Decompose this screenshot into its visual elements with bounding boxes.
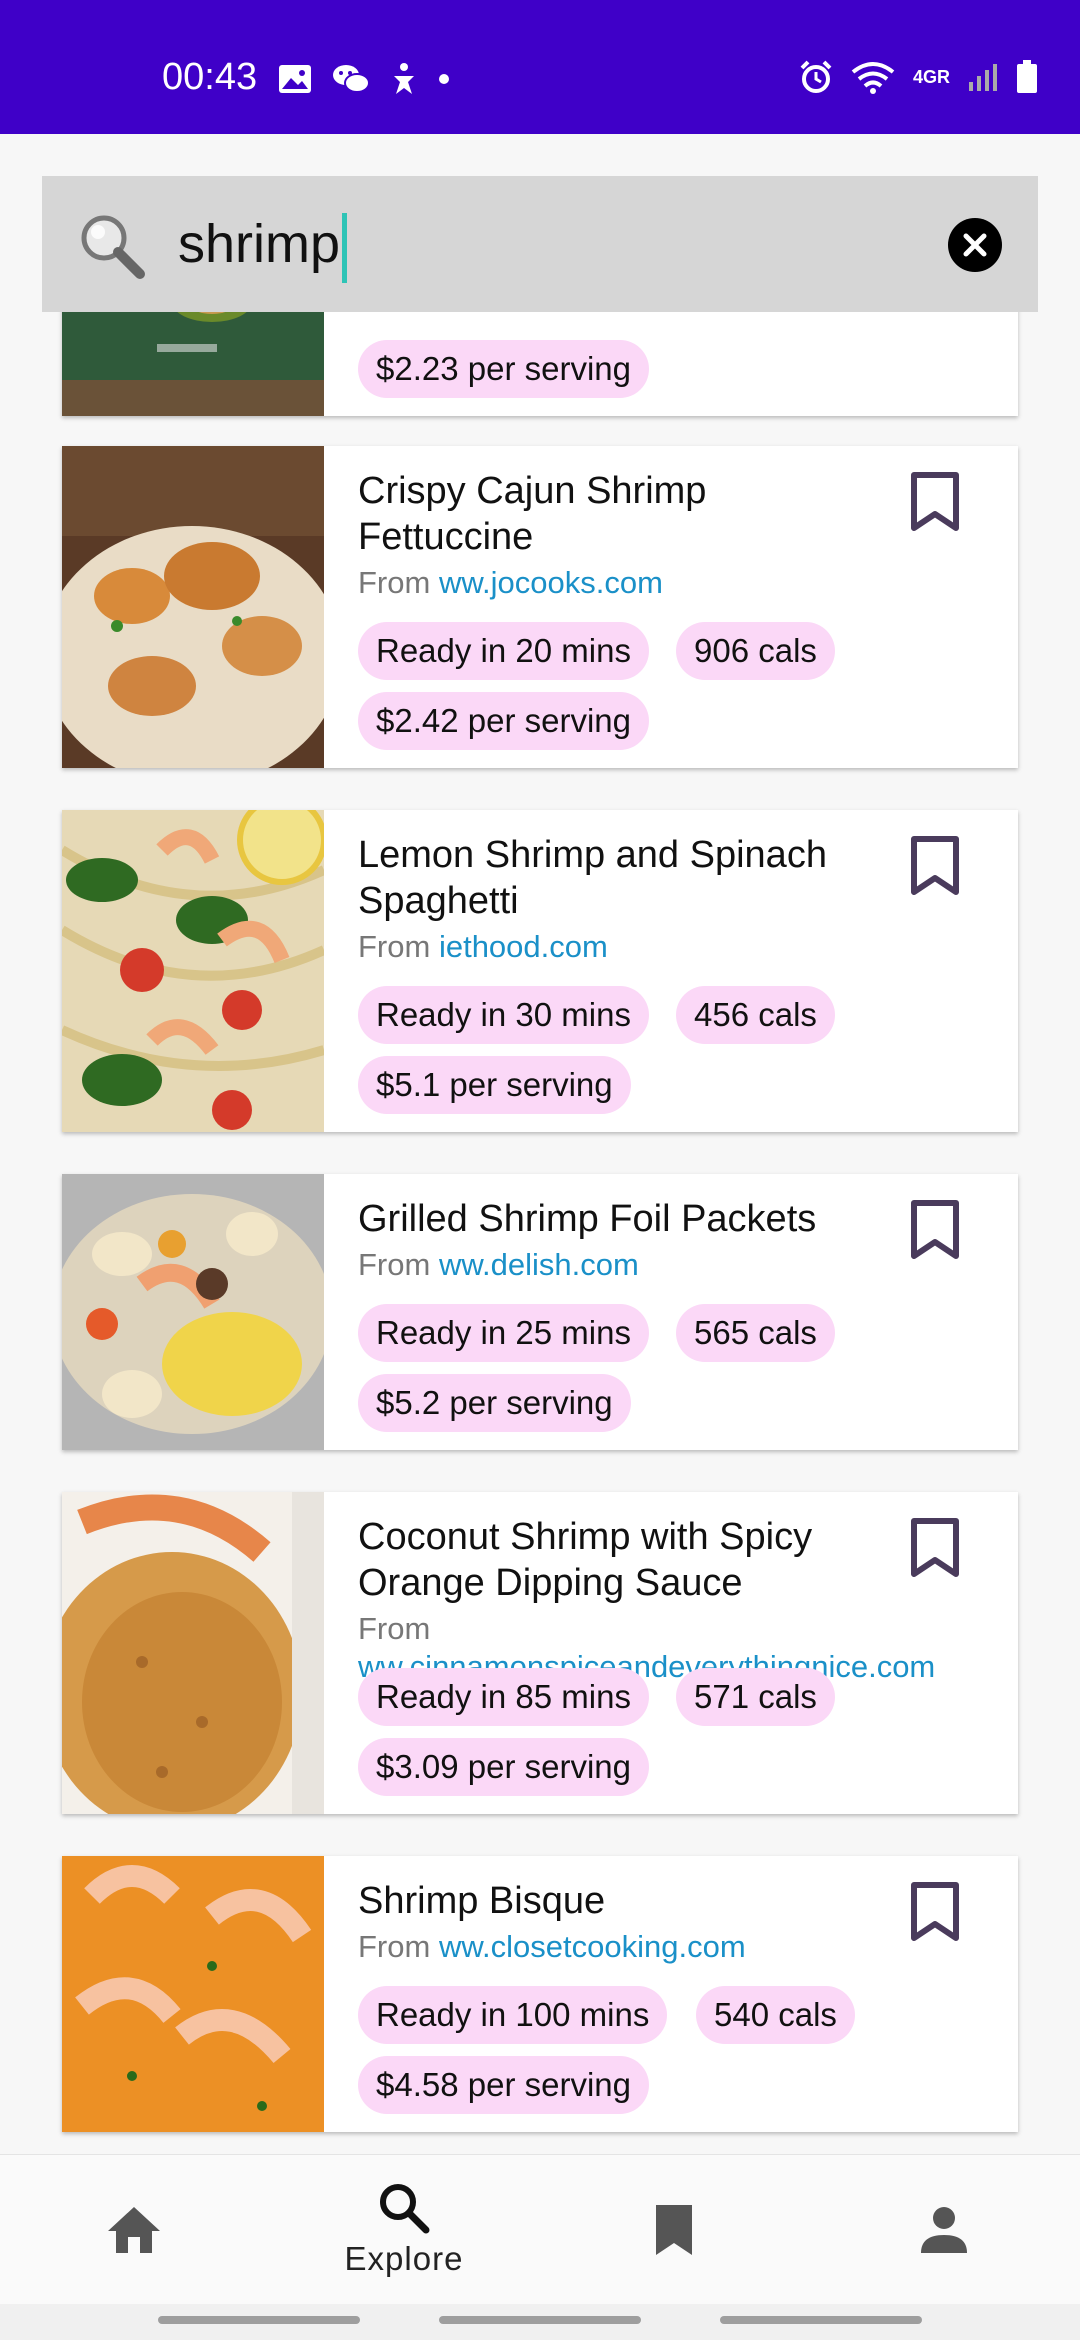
bottom-nav: Explore (0, 2154, 1080, 2304)
recipe-image (62, 810, 324, 1132)
recipe-card[interactable]: Crispy Cajun Shrimp Fettuccine From ww.j… (62, 446, 1018, 768)
alarm-icon (800, 60, 832, 93)
price-chip: $4.58 per serving (358, 2056, 649, 2114)
from-label: From (358, 565, 431, 600)
recipe-body: Lemon Shrimp and Spinach Spaghetti From … (324, 810, 1018, 1132)
recipe-title: Shrimp Bisque (358, 1880, 606, 1922)
source-link[interactable]: ww.closetcooking.com (439, 1929, 746, 1964)
recipe-card[interactable]: Grilled Shrimp Foil Packets From ww.deli… (62, 1174, 1018, 1450)
source-link[interactable]: iethood.com (439, 929, 608, 964)
image-icon (279, 65, 311, 93)
price-chip: $2.42 per serving (358, 692, 649, 750)
calories-chip: 540 cals (696, 1986, 855, 2044)
recipe-card[interactable]: $2.23 per serving (62, 312, 1018, 416)
recipe-list[interactable]: $2.23 per serving Crispy Cajun Shrimp Fe… (42, 312, 1038, 2154)
bookmark-icon[interactable] (910, 472, 960, 532)
text-caret (342, 212, 348, 283)
signal-icon (969, 64, 997, 91)
bookmark-icon[interactable] (910, 1882, 960, 1942)
from-label: From (358, 1247, 431, 1282)
nav-home[interactable] (34, 2155, 234, 2305)
status-bar: 00:43 4GR (0, 0, 1080, 134)
network-type: 4GR (912, 66, 950, 87)
search-query: shrimp (178, 214, 341, 274)
recipe-image (62, 446, 324, 768)
search-icon (380, 2184, 430, 2234)
price-chip: $2.23 per serving (358, 340, 649, 398)
recipe-card[interactable]: Shrimp Bisque From ww.closetcooking.com … (62, 1856, 1018, 2132)
from-label: From (358, 1611, 431, 1646)
close-icon (963, 233, 987, 257)
source-link[interactable]: ww.jocooks.com (439, 565, 663, 600)
from-label: From (358, 929, 431, 964)
recipe-source: From iethood.com (358, 928, 998, 966)
gesture-bar (0, 2304, 1080, 2340)
search-icon (78, 212, 146, 285)
calories-chip: 565 cals (676, 1304, 835, 1362)
search-input[interactable]: shrimp (178, 202, 348, 286)
nav-explore[interactable]: Explore (304, 2155, 504, 2305)
screen: 00:43 4GR shrimp $2.23 per serving Crisp… (0, 0, 1080, 2340)
recipe-body: Grilled Shrimp Foil Packets From ww.deli… (324, 1174, 1018, 1450)
recipe-image (62, 1492, 324, 1814)
person-icon (921, 2207, 967, 2253)
status-time: 00:43 (162, 56, 258, 98)
recipe-source: From ww.closetcooking.com (358, 1928, 998, 1966)
source-link[interactable]: ww.delish.com (439, 1247, 639, 1282)
bookmark-icon[interactable] (910, 836, 960, 896)
nav-explore-label: Explore (344, 2240, 464, 2277)
recipe-title: Lemon Shrimp and Spinach Spaghetti (358, 834, 827, 922)
ready-time-chip: Ready in 20 mins (358, 622, 649, 680)
recipe-source: From ww.jocooks.com (358, 564, 998, 602)
battery-icon (1017, 60, 1037, 93)
recipe-title: Crispy Cajun Shrimp Fettuccine (358, 470, 707, 558)
status-right-icons: 4GR (799, 60, 1038, 94)
recipe-image (62, 312, 324, 416)
clear-search-button[interactable] (948, 218, 1002, 272)
recipe-title: Coconut Shrimp with Spicy Orange Dipping… (358, 1516, 813, 1604)
calories-chip: 906 cals (676, 622, 835, 680)
from-label: From (358, 1929, 431, 1964)
price-chip: $5.1 per serving (358, 1056, 631, 1114)
gesture-pill (720, 2316, 922, 2324)
recipe-body: Shrimp Bisque From ww.closetcooking.com … (324, 1856, 1018, 2132)
recipe-image (62, 1174, 324, 1450)
recipe-image (62, 1856, 324, 2132)
recipe-body: Crispy Cajun Shrimp Fettuccine From ww.j… (324, 446, 1018, 768)
recipe-body: $2.23 per serving (324, 312, 1018, 416)
search-bar: shrimp (42, 176, 1038, 312)
accessibility-icon (394, 63, 414, 94)
gesture-pill (158, 2316, 360, 2324)
recipe-source: From ww.delish.com (358, 1246, 998, 1284)
nav-saved[interactable] (574, 2155, 774, 2305)
home-icon (108, 2207, 160, 2253)
nav-profile[interactable] (844, 2155, 1044, 2305)
calories-chip: 456 cals (676, 986, 835, 1044)
bookmark-icon[interactable] (910, 1518, 960, 1578)
price-chip: $5.2 per serving (358, 1374, 631, 1432)
recipe-card[interactable]: Coconut Shrimp with Spicy Orange Dipping… (62, 1492, 1018, 1814)
price-chip: $3.09 per serving (358, 1738, 649, 1796)
bookmark-icon (656, 2205, 692, 2255)
gesture-pill (439, 2316, 641, 2324)
bookmark-icon[interactable] (910, 1200, 960, 1260)
recipe-title: Grilled Shrimp Foil Packets (358, 1198, 817, 1240)
dot-icon (439, 74, 449, 84)
ready-time-chip: Ready in 30 mins (358, 986, 649, 1044)
ready-time-chip: Ready in 25 mins (358, 1304, 649, 1362)
calories-chip: 571 cals (676, 1668, 835, 1726)
wifi-icon (851, 62, 895, 94)
status-left-icons (278, 62, 450, 96)
ready-time-chip: Ready in 85 mins (358, 1668, 649, 1726)
wechat-icon (333, 65, 370, 93)
recipe-body: Coconut Shrimp with Spicy Orange Dipping… (324, 1492, 1018, 1814)
recipe-card[interactable]: Lemon Shrimp and Spinach Spaghetti From … (62, 810, 1018, 1132)
ready-time-chip: Ready in 100 mins (358, 1986, 668, 2044)
